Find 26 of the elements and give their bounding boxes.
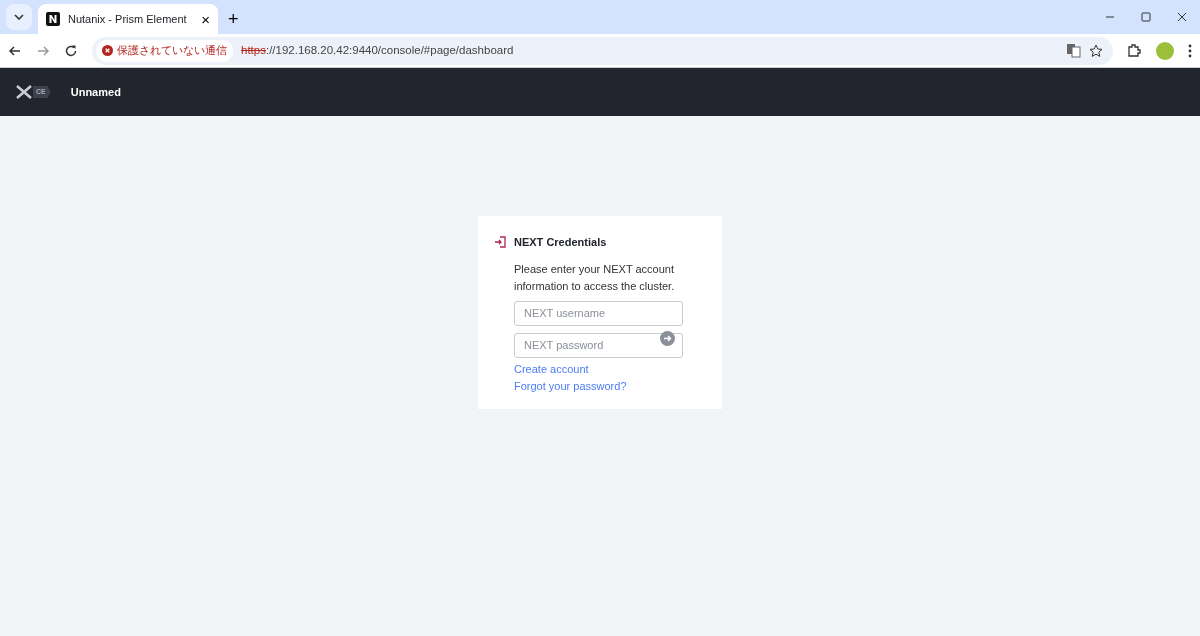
puzzle-icon[interactable] bbox=[1127, 43, 1142, 58]
avatar-icon[interactable] bbox=[1156, 41, 1174, 60]
reload-icon[interactable] bbox=[64, 43, 78, 58]
star-icon[interactable] bbox=[1089, 43, 1103, 58]
security-chip[interactable]: 保護されていない通信 bbox=[96, 39, 233, 62]
tab-list-button[interactable] bbox=[6, 4, 32, 30]
address-bar[interactable]: 保護されていない通信 https://192.168.20.42:9440/console/#page/dashboard bbox=[92, 36, 1113, 65]
back-icon[interactable] bbox=[8, 43, 22, 58]
url-text: https://192.168.20.42:9440/console/#page/dashboard bbox=[241, 42, 514, 58]
chevron-icon bbox=[14, 14, 24, 20]
card-title: NEXT Credentials bbox=[514, 235, 607, 250]
tab-title: Nutanix - Prism Element bbox=[68, 11, 187, 27]
close-tab-button[interactable]: × bbox=[201, 11, 210, 27]
link[interactable]: Forgot your password? bbox=[514, 377, 627, 395]
description-text: Please enter your NEXT account information to access the cluster. bbox=[514, 261, 676, 294]
login-icon bbox=[494, 236, 506, 249]
link[interactable]: Create account bbox=[514, 360, 589, 378]
input-field[interactable]: NEXT password bbox=[514, 332, 683, 358]
input-field[interactable]: NEXT username bbox=[514, 300, 683, 326]
forward-icon[interactable] bbox=[36, 43, 50, 58]
cluster-name: Unnamed bbox=[70, 84, 121, 100]
browser-tab[interactable]: Nutanix - Prism Element × bbox=[38, 4, 218, 34]
error-icon bbox=[102, 45, 113, 56]
new-tab-button[interactable]: + bbox=[224, 10, 243, 28]
more-icon[interactable] bbox=[1188, 43, 1192, 58]
favicon-icon bbox=[46, 12, 60, 26]
